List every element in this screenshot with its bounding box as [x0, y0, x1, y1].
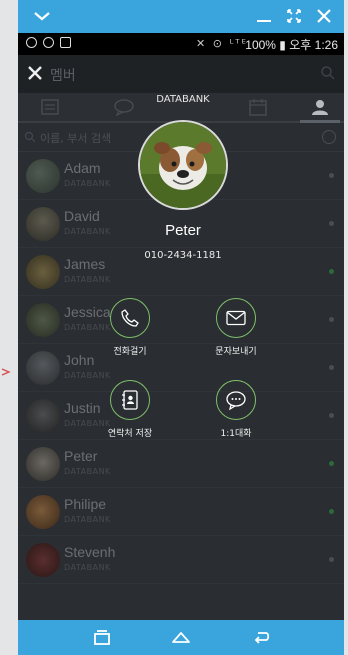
contact-name: David	[64, 208, 100, 224]
status-dot	[329, 317, 334, 322]
mail-icon	[226, 310, 246, 326]
arrow-indicator-icon	[1, 368, 11, 376]
notification-icons	[26, 37, 71, 48]
phone-icon	[121, 309, 139, 327]
search-input[interactable]: 이름, 부서 검색	[40, 130, 111, 146]
message-ring	[216, 298, 256, 338]
status-dot	[329, 173, 334, 178]
person-icon	[312, 100, 328, 115]
right-margin	[344, 0, 348, 655]
tab-contacts[interactable]	[300, 93, 340, 123]
contact-org: DATABANK	[64, 275, 111, 284]
avatar	[26, 351, 60, 385]
search-icon	[24, 131, 36, 143]
phone-screen: ✕ ⊙ ᴸᵀᴱ 100% ▮ 오후 1:26 멤버 이름, 부서 검색 Adam…	[18, 0, 344, 655]
chevron-down-icon[interactable]	[32, 6, 52, 26]
clear-search-icon[interactable]	[322, 130, 336, 144]
contact-name: James	[64, 256, 106, 272]
avatar	[26, 495, 60, 529]
left-margin	[0, 0, 18, 655]
avatar	[26, 303, 60, 337]
contact-org: DATABANK	[64, 371, 111, 380]
contact-org: DATABANK	[64, 515, 111, 524]
list-item[interactable]: Stevenh DATABANK	[18, 536, 344, 584]
list-item[interactable]: Philipe DATABANK	[18, 488, 344, 536]
status-dot	[329, 557, 334, 562]
close-icon[interactable]	[314, 6, 334, 26]
status-bar: ✕ ⊙ ᴸᵀᴱ 100% ▮ 오후 1:26	[18, 33, 344, 55]
screen: ✕ ⊙ ᴸᵀᴱ 100% ▮ 오후 1:26 멤버 이름, 부서 검색 Adam…	[0, 0, 348, 655]
one-to-one-chat-button[interactable]: 1:1대화	[206, 380, 266, 439]
chat-label: 1:1대화	[220, 429, 252, 439]
contact-org: DATABANK	[64, 467, 111, 476]
avatar	[26, 399, 60, 433]
minimize-icon[interactable]	[254, 6, 274, 26]
save-contact-label: 연락처 저장	[107, 429, 153, 439]
status-dot	[329, 221, 334, 226]
signal-icons: ✕ ⊙ ᴸᵀᴱ	[196, 37, 248, 50]
call-button[interactable]: 전화걸기	[100, 298, 160, 357]
avatar	[26, 207, 60, 241]
bulldog-photo	[140, 122, 226, 208]
status-dot	[329, 509, 334, 514]
status-dot	[329, 365, 334, 370]
contact-name: Justin	[64, 400, 101, 416]
contact-org: DATABANK	[64, 179, 111, 188]
status-dot	[329, 461, 334, 466]
app-bar-title: 멤버	[50, 68, 76, 84]
contact-org: DATABANK	[64, 227, 111, 236]
contact-name: Adam	[64, 160, 101, 176]
home-icon[interactable]	[171, 628, 191, 648]
profile-name: Peter	[165, 222, 201, 239]
send-message-button[interactable]: 문자보내기	[206, 298, 266, 357]
recent-apps-icon[interactable]	[92, 628, 112, 648]
address-book-icon	[122, 390, 138, 410]
tab-organization[interactable]	[30, 93, 70, 123]
profile-company: DATABANK	[156, 94, 210, 105]
notification-icon	[26, 37, 37, 48]
status-text: 100% ▮ 오후 1:26	[245, 38, 338, 52]
close-icon[interactable]	[26, 64, 44, 82]
back-icon[interactable]	[252, 628, 272, 648]
contact-org: DATABANK	[64, 563, 111, 572]
navigation-bar	[18, 620, 344, 655]
message-label: 문자보내기	[215, 347, 257, 357]
status-dot	[329, 413, 334, 418]
organization-icon	[41, 99, 59, 115]
save-contact-ring	[110, 380, 150, 420]
profile-photo	[138, 120, 228, 210]
search-icon[interactable]	[320, 65, 336, 81]
save-contact-button[interactable]: 연락처 저장	[100, 380, 160, 439]
avatar	[26, 159, 60, 193]
chat-ring	[216, 380, 256, 420]
avatar	[26, 543, 60, 577]
avatar	[26, 255, 60, 289]
gallery-icon	[60, 37, 71, 48]
profile-popup: DATABANK Peter 010-2434-1181 전화걸기 문자보내기 …	[108, 86, 258, 466]
contact-name: Stevenh	[64, 544, 116, 560]
profile-phone: 010-2434-1181	[144, 250, 222, 261]
notification-icon	[43, 37, 54, 48]
call-label: 전화걸기	[113, 347, 147, 357]
contact-name: Peter	[64, 448, 98, 464]
avatar	[26, 447, 60, 481]
call-ring	[110, 298, 150, 338]
chat-bubble-icon	[226, 391, 246, 410]
expand-icon[interactable]	[284, 6, 304, 26]
contact-name: John	[64, 352, 95, 368]
window-title-bar	[18, 0, 344, 33]
status-dot	[329, 269, 334, 274]
contact-name: Philipe	[64, 496, 107, 512]
